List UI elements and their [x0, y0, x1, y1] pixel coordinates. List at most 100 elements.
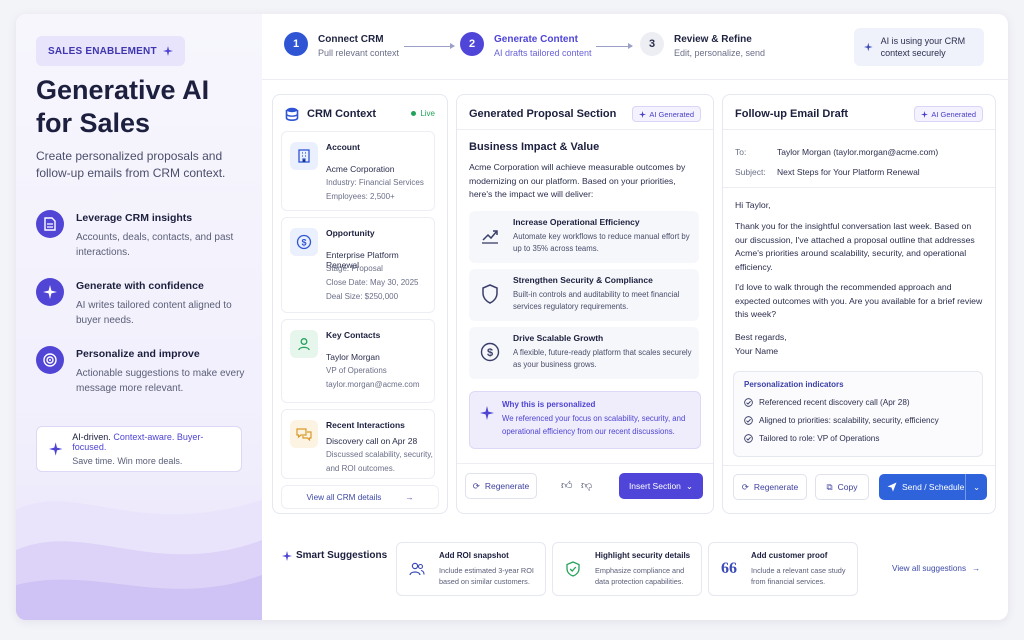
chat-icon [290, 420, 318, 448]
divider [457, 463, 713, 464]
crm-account[interactable]: Account Acme Corporation Industry: Finan… [281, 131, 435, 211]
proposal-heading: Business Impact & Value [469, 141, 600, 153]
email-signature[interactable]: Your Name [735, 345, 983, 359]
tag-label: AI Generated [931, 109, 976, 119]
feature-desc: Accounts, deals, contacts, and past inte… [76, 232, 234, 258]
crm-card-title: CRM Context [307, 108, 377, 120]
dollar-icon: $ [480, 342, 500, 362]
step-generate-content[interactable]: 2 Generate Content AI drafts tailored co… [460, 32, 592, 58]
suggestion-roi[interactable]: Add ROI snapshot Include estimated 3-yea… [396, 542, 546, 596]
email-paragraph-2[interactable]: I'd love to walk through the recommended… [735, 281, 983, 322]
suggestion-security[interactable]: Highlight security details Emphasize com… [552, 542, 702, 596]
opportunity-close-date: Close Date: May 30, 2025 [326, 278, 419, 287]
send-schedule-label: Send / Schedule [902, 482, 965, 492]
ai-generated-tag: AI Generated [914, 106, 983, 122]
shield-check-icon [561, 557, 585, 581]
feature-generate: Generate with confidence AI writes tailo… [36, 278, 246, 328]
divider [723, 129, 995, 130]
view-all-crm-button[interactable]: View all CRM details → [281, 485, 439, 509]
workflow-steps: 1 Connect CRM Pull relevant context 2 Ge… [262, 14, 1008, 80]
email-signoff[interactable]: Best regards, [735, 331, 983, 345]
refresh-icon: ⟳ [472, 480, 480, 491]
email-subject-row[interactable]: Subject: Next Steps for Your Platform Ren… [735, 167, 920, 177]
hero-panel: SALES ENABLEMENT Generative AI for Sales… [16, 14, 262, 620]
quote-icon: 66 [721, 560, 737, 577]
thumbs-down-icon[interactable]: 👎︎ [581, 479, 592, 492]
feature-desc: AI writes tailored content aligned to bu… [76, 300, 232, 326]
why-title: Why this is personalized [502, 400, 596, 409]
suggestion-customer-proof[interactable]: 66 Add customer proof Include a relevant… [708, 542, 858, 596]
email-regenerate-button[interactable]: ⟳ Regenerate [733, 474, 807, 500]
email-to-row[interactable]: To: Taylor Morgan (taylor.morgan@acme.com… [735, 147, 938, 157]
insert-section-label: Insert Section [628, 481, 681, 491]
impact-title: Strengthen Security & Compliance [513, 275, 653, 285]
interaction-detail: Discussed scalability, security, [326, 450, 433, 459]
live-dot-icon [411, 111, 417, 116]
interaction-title: Discovery call on Apr 28 [326, 436, 418, 446]
regenerate-label: Regenerate [753, 482, 799, 492]
to-label: To: [735, 147, 747, 157]
impact-item-growth: $ Drive Scalable Growth A flexible, futu… [469, 327, 699, 379]
sparkle-icon [36, 278, 64, 306]
copy-label: Copy [837, 482, 858, 492]
sparkle-icon [864, 42, 873, 52]
live-label: Live [420, 109, 435, 118]
contact-role: VP of Operations [326, 366, 387, 375]
proposal-regenerate-button[interactable]: ⟳ Regenerate [465, 473, 537, 499]
regenerate-label: Regenerate [484, 481, 530, 491]
pers-item-text: Referenced recent discovery call (Apr 28… [759, 398, 910, 407]
svg-text:$: $ [301, 238, 306, 248]
contact-name: Taylor Morgan [326, 352, 380, 362]
opportunity-stage: Stage: Proposal [326, 264, 383, 273]
callout-line2: Save time. Win more deals. [72, 456, 183, 466]
suggestion-desc: Emphasize compliance and data protection… [595, 566, 685, 586]
arrow-icon [596, 43, 633, 49]
person-icon [290, 330, 318, 358]
secure-note-text: AI is using your CRM context securely [880, 36, 966, 58]
divider [457, 129, 713, 130]
suggestions-title: Smart Suggestions [282, 550, 387, 561]
email-card-title: Follow-up Email Draft [735, 108, 849, 120]
account-industry: Industry: Financial Services [326, 178, 424, 187]
proposal-card-title: Generated Proposal Section [469, 108, 617, 120]
pers-item: Referenced recent discovery call (Apr 28… [744, 398, 910, 407]
database-icon [285, 107, 299, 121]
live-indicator: Live [411, 109, 435, 118]
target-icon [36, 346, 64, 374]
sparkle-icon [480, 406, 494, 420]
chevron-down-icon[interactable]: ⌄ [965, 474, 987, 500]
step-connect-crm[interactable]: 1 Connect CRM Pull relevant context [284, 32, 399, 58]
crm-opportunity[interactable]: $ Opportunity Enterprise Platform Renewa… [281, 217, 435, 313]
thumbs-up-icon[interactable]: 👍︎ [561, 479, 573, 492]
step-number: 2 [460, 32, 484, 56]
why-personalized-box: Why this is personalized We referenced y… [469, 391, 701, 449]
hero-title: Generative AI for Sales [36, 75, 210, 138]
suggestion-title: Add customer proof [751, 551, 828, 560]
crm-item-label: Recent Interactions [326, 420, 405, 430]
step-number: 3 [640, 32, 664, 56]
crm-recent-interactions[interactable]: Recent Interactions Discovery call on Ap… [281, 409, 435, 479]
svg-text:$: $ [487, 347, 493, 359]
insert-section-button[interactable]: Insert Section ⌄ [619, 473, 703, 499]
view-all-crm-label: View all CRM details [306, 492, 382, 502]
crm-context-card: CRM Context Live Account Acme Corporatio… [272, 94, 448, 514]
shield-icon [482, 284, 498, 304]
divider [723, 465, 995, 466]
view-all-suggestions-link[interactable]: View all suggestions → [892, 564, 980, 573]
refresh-icon: ⟳ [741, 481, 749, 492]
step-title: Connect CRM [318, 34, 384, 45]
check-circle-icon [744, 416, 753, 425]
crm-key-contacts[interactable]: Key Contacts Taylor Morgan VP of Operati… [281, 319, 435, 403]
feature-title: Generate with confidence [76, 280, 204, 292]
arrow-right-icon: → [405, 492, 414, 502]
impact-desc: Built-in controls and auditability to me… [513, 290, 680, 311]
email-paragraph-1[interactable]: Thank you for the insightful conversatio… [735, 220, 983, 274]
crm-item-label: Key Contacts [326, 330, 381, 340]
copy-button[interactable]: ⧉ Copy [815, 474, 869, 500]
sparkle-icon [49, 442, 63, 456]
account-name: Acme Corporation [326, 164, 395, 174]
email-greeting[interactable]: Hi Taylor, [735, 199, 983, 213]
badge-label: SALES ENABLEMENT [48, 45, 157, 57]
step-review-refine[interactable]: 3 Review & Refine Edit, personalize, sen… [640, 32, 765, 58]
send-schedule-button[interactable]: Send / Schedule ⌄ [879, 474, 987, 500]
